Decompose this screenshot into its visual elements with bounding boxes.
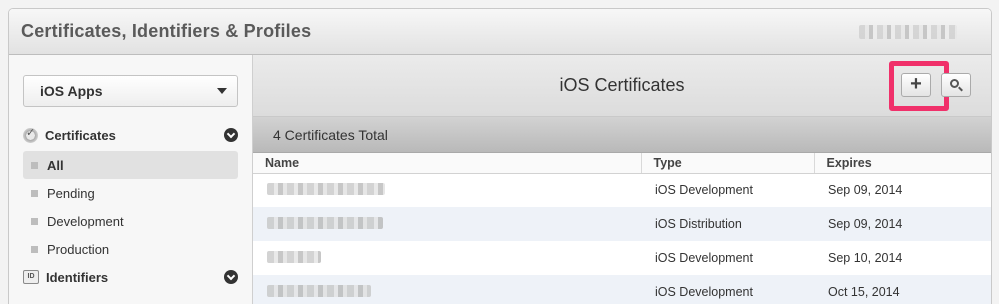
- search-icon-handle: [958, 86, 963, 92]
- bullet-icon: [31, 245, 38, 253]
- cell-name: [253, 207, 641, 241]
- sidebar-item-label: Development: [47, 213, 124, 229]
- sidebar-item-all[interactable]: All: [23, 151, 238, 179]
- sidebar-section-certificates[interactable]: Certificates: [23, 125, 238, 145]
- column-header-type[interactable]: Type: [640, 153, 814, 174]
- sidebar-section-label: Certificates: [45, 127, 116, 143]
- add-button[interactable]: +: [901, 73, 931, 97]
- content-area: iOS Apps Certificates All Pending: [9, 55, 991, 304]
- sidebar-item-production[interactable]: Production: [23, 235, 238, 263]
- cell-expires: Sep 09, 2014: [814, 207, 991, 241]
- bullet-icon: [31, 189, 38, 197]
- cell-name: [253, 173, 641, 207]
- sidebar-item-label: All: [47, 157, 64, 173]
- section-title: iOS Certificates: [559, 75, 685, 95]
- main-header: iOS Certificates +: [253, 55, 991, 117]
- certificates-subnav: All Pending Development Production: [23, 151, 238, 263]
- main-panel: iOS Certificates + 4 Certificates Total …: [253, 55, 991, 304]
- cell-name: [253, 241, 641, 275]
- chevron-down-icon[interactable]: [224, 128, 238, 142]
- account-name-redacted[interactable]: [859, 24, 957, 39]
- top-bar: Certificates, Identifiers & Profiles: [9, 9, 991, 55]
- table-header-row: Name Type Expires: [253, 153, 991, 174]
- table-row[interactable]: iOS Distribution Sep 09, 2014: [253, 207, 991, 241]
- redacted-name: [267, 182, 385, 195]
- table-row[interactable]: iOS Development Oct 15, 2014: [253, 275, 991, 304]
- sidebar-item-development[interactable]: Development: [23, 207, 238, 235]
- cell-name: [253, 275, 641, 304]
- certificate-icon: [23, 126, 38, 143]
- sidebar-section-identifiers[interactable]: ID Identifiers: [23, 267, 238, 287]
- app-window: Certificates, Identifiers & Profiles iOS…: [8, 8, 992, 304]
- dropdown-caret-icon: [217, 88, 227, 94]
- sidebar-item-label: Pending: [47, 185, 95, 201]
- cell-type: iOS Development: [655, 251, 753, 265]
- platform-select[interactable]: iOS Apps: [23, 75, 238, 107]
- cell-type: iOS Development: [655, 183, 753, 198]
- page-title: Certificates, Identifiers & Profiles: [21, 21, 312, 41]
- sidebar: iOS Apps Certificates All Pending: [9, 55, 253, 304]
- sidebar-item-label: Production: [47, 241, 110, 257]
- chevron-down-icon[interactable]: [224, 270, 238, 284]
- sidebar-section-label: Identifiers: [46, 269, 109, 285]
- cell-type: iOS Development: [641, 275, 814, 304]
- certificates-table: Name Type Expires iOS Development Sep 09…: [253, 153, 991, 304]
- column-header-expires[interactable]: Expires: [813, 153, 991, 174]
- bullet-icon: [31, 161, 38, 169]
- search-button[interactable]: [941, 73, 971, 97]
- redacted-name: [267, 216, 383, 229]
- total-count-text: 4 Certificates Total: [273, 126, 388, 143]
- cell-type: iOS Distribution: [641, 207, 814, 241]
- redacted-name: [267, 250, 321, 263]
- redacted-name: [267, 284, 371, 297]
- cell-expires: Sep 10, 2014: [828, 251, 903, 265]
- table-row[interactable]: iOS Development Sep 09, 2014: [253, 173, 991, 207]
- column-header-name[interactable]: Name: [253, 153, 641, 174]
- total-count-bar: 4 Certificates Total: [253, 117, 991, 153]
- cell-expires: Sep 09, 2014: [828, 183, 903, 198]
- platform-select-value: iOS Apps: [40, 83, 103, 99]
- id-icon: ID: [23, 270, 39, 284]
- cell-expires: Oct 15, 2014: [814, 275, 991, 304]
- table-row[interactable]: iOS Development Sep 10, 2014: [253, 241, 991, 275]
- bullet-icon: [31, 217, 38, 225]
- sidebar-item-pending[interactable]: Pending: [23, 179, 238, 207]
